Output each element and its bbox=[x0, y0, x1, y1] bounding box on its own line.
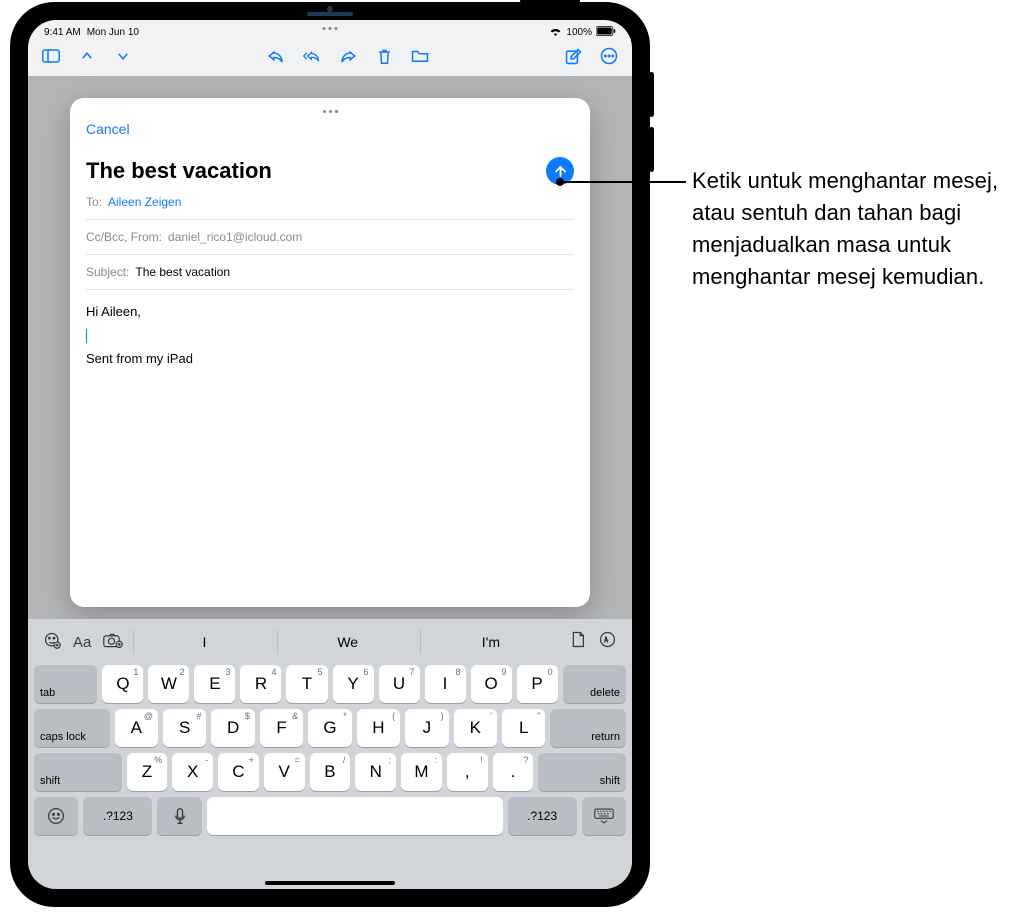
return-key[interactable]: return bbox=[550, 709, 626, 747]
key-j[interactable]: )J bbox=[405, 709, 448, 747]
scan-doc-icon[interactable] bbox=[571, 631, 585, 653]
key-y[interactable]: 6Y bbox=[333, 665, 374, 703]
delete-key[interactable]: delete bbox=[563, 665, 626, 703]
folder-icon[interactable] bbox=[411, 47, 429, 65]
subject-field[interactable]: Subject: The best vacation bbox=[86, 255, 574, 290]
mail-toolbar bbox=[28, 38, 632, 74]
message-body[interactable]: Hi Aileen, Sent from my iPad bbox=[86, 290, 574, 370]
prediction-1[interactable]: I bbox=[133, 630, 274, 654]
key-o[interactable]: 9O bbox=[471, 665, 512, 703]
subject-label: Subject: bbox=[86, 265, 129, 279]
compose-icon[interactable] bbox=[564, 47, 582, 65]
handwriting-icon[interactable] bbox=[599, 631, 616, 653]
callout-text: Ketik untuk menghantar mesej, atau sentu… bbox=[692, 165, 1027, 293]
dismiss-keyboard-key[interactable] bbox=[582, 797, 626, 835]
key-d[interactable]: $D bbox=[211, 709, 254, 747]
cancel-button[interactable]: Cancel bbox=[86, 121, 130, 137]
key-row-2: caps lock @A #S $D &F *G (H )J 'K "L ret… bbox=[32, 709, 628, 747]
text-cursor bbox=[86, 329, 87, 343]
volume-up-button bbox=[649, 72, 654, 117]
subject-value: The best vacation bbox=[135, 265, 230, 279]
key-b[interactable]: /B bbox=[310, 753, 351, 791]
trash-icon[interactable] bbox=[375, 47, 393, 65]
key-u[interactable]: 7U bbox=[379, 665, 420, 703]
key-row-4: .?123 .?123 bbox=[32, 797, 628, 835]
sheet-menu-dots[interactable] bbox=[86, 110, 574, 113]
key-t[interactable]: 5T bbox=[286, 665, 327, 703]
key-n[interactable]: ;N bbox=[355, 753, 396, 791]
dictation-key[interactable] bbox=[157, 797, 201, 835]
to-recipient[interactable]: Aileen Zeigen bbox=[108, 195, 181, 209]
tab-key[interactable]: tab bbox=[34, 665, 97, 703]
key-x[interactable]: -X bbox=[172, 753, 213, 791]
ccbcc-from-field[interactable]: Cc/Bcc, From: daniel_rico1@icloud.com bbox=[86, 220, 574, 255]
compose-sheet: Cancel The best vacation To: Aileen Zeig… bbox=[70, 98, 590, 607]
multitask-dots[interactable] bbox=[323, 27, 338, 30]
body-greeting: Hi Aileen, bbox=[86, 300, 574, 323]
key-m[interactable]: :M bbox=[401, 753, 442, 791]
key-s[interactable]: #S bbox=[163, 709, 206, 747]
key-z[interactable]: %Z bbox=[127, 753, 168, 791]
key-period[interactable]: ?. bbox=[493, 753, 534, 791]
key-e[interactable]: 3E bbox=[194, 665, 235, 703]
onscreen-keyboard: Aa I We I'm tab 1Q 2W 3E 4R 5T 6Y 7U bbox=[28, 619, 632, 889]
key-f[interactable]: &F bbox=[260, 709, 303, 747]
numbers-key-left[interactable]: .?123 bbox=[83, 797, 152, 835]
home-indicator[interactable] bbox=[265, 881, 395, 885]
battery-percent: 100% bbox=[566, 27, 592, 38]
wifi-icon bbox=[549, 26, 562, 39]
sidebar-toggle-icon[interactable] bbox=[42, 47, 60, 65]
forward-icon[interactable] bbox=[339, 47, 357, 65]
status-date: Mon Jun 10 bbox=[87, 27, 139, 38]
status-bar: 9:41 AM Mon Jun 10 100% bbox=[28, 20, 632, 38]
power-button bbox=[520, 0, 580, 3]
ipad-device-frame: 9:41 AM Mon Jun 10 100% bbox=[10, 2, 650, 907]
key-v[interactable]: =V bbox=[264, 753, 305, 791]
reply-icon[interactable] bbox=[267, 47, 285, 65]
key-row-1: tab 1Q 2W 3E 4R 5T 6Y 7U 8I 9O 0P delete bbox=[32, 665, 628, 703]
emoji-key[interactable] bbox=[34, 797, 78, 835]
signature: Sent from my iPad bbox=[86, 347, 574, 370]
key-a[interactable]: @A bbox=[115, 709, 158, 747]
key-p[interactable]: 0P bbox=[517, 665, 558, 703]
key-w[interactable]: 2W bbox=[148, 665, 189, 703]
callout-leader-line bbox=[560, 181, 686, 183]
prediction-2[interactable]: We bbox=[277, 630, 418, 654]
key-g[interactable]: *G bbox=[308, 709, 351, 747]
reply-all-icon[interactable] bbox=[303, 47, 321, 65]
from-value: daniel_rico1@icloud.com bbox=[168, 230, 302, 244]
numbers-key-right[interactable]: .?123 bbox=[508, 797, 577, 835]
key-c[interactable]: +C bbox=[218, 753, 259, 791]
prev-message-icon[interactable] bbox=[78, 47, 96, 65]
to-label: To: bbox=[86, 195, 102, 209]
battery-icon bbox=[596, 26, 616, 39]
next-message-icon[interactable] bbox=[114, 47, 132, 65]
spacebar-key[interactable] bbox=[207, 797, 503, 835]
key-row-3: shift %Z -X +C =V /B ;N :M !, ?. shift bbox=[32, 753, 628, 791]
prediction-3[interactable]: I'm bbox=[420, 630, 561, 654]
camera-scan-icon[interactable] bbox=[103, 633, 123, 651]
key-r[interactable]: 4R bbox=[240, 665, 281, 703]
more-icon[interactable] bbox=[600, 47, 618, 65]
key-h[interactable]: (H bbox=[357, 709, 400, 747]
capslock-key[interactable]: caps lock bbox=[34, 709, 110, 747]
ccbcc-label: Cc/Bcc, From: bbox=[86, 230, 162, 244]
key-k[interactable]: 'K bbox=[454, 709, 497, 747]
status-time: 9:41 AM bbox=[44, 27, 81, 38]
ipad-screen: 9:41 AM Mon Jun 10 100% bbox=[28, 20, 632, 889]
prediction-bar: Aa I We I'm bbox=[32, 625, 628, 659]
stickers-icon[interactable] bbox=[44, 632, 61, 652]
key-l[interactable]: "L bbox=[502, 709, 545, 747]
compose-title: The best vacation bbox=[86, 158, 272, 184]
volume-down-button bbox=[649, 127, 654, 172]
shift-key-right[interactable]: shift bbox=[538, 753, 626, 791]
key-i[interactable]: 8I bbox=[425, 665, 466, 703]
to-field[interactable]: To: Aileen Zeigen bbox=[86, 185, 574, 220]
text-format-icon[interactable]: Aa bbox=[73, 634, 91, 651]
shift-key-left[interactable]: shift bbox=[34, 753, 122, 791]
key-comma[interactable]: !, bbox=[447, 753, 488, 791]
key-q[interactable]: 1Q bbox=[102, 665, 143, 703]
